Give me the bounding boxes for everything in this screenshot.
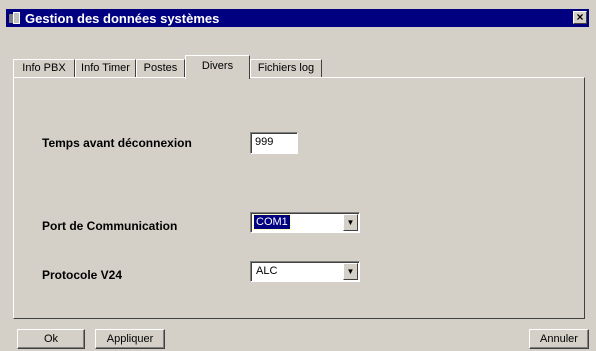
timeout-input[interactable]: 999 [250,132,298,154]
cancel-button[interactable]: Annuler [529,329,589,349]
port-select-value: COM1 [253,214,291,230]
app-icon[interactable] [9,11,21,25]
ok-button[interactable]: Ok [17,329,85,349]
port-select[interactable]: COM1 ▼ [250,212,360,233]
tab-divers[interactable]: Divers [185,55,250,79]
title-bar[interactable]: Gestion des données systèmes × [6,9,589,27]
close-button[interactable]: × [573,11,587,24]
protocol-label: Protocole V24 [42,268,123,282]
tab-postes[interactable]: Postes [136,59,185,77]
protocol-select-value: ALC [256,265,278,277]
tab-fichiers-log[interactable]: Fichiers log [250,59,322,77]
port-label: Port de Communication [42,219,178,233]
chevron-down-icon[interactable]: ▼ [343,214,358,231]
tab-panel-divers: Temps avant déconnexion 999 Port de Comm… [13,77,585,319]
tab-info-timer[interactable]: Info Timer [75,59,136,77]
window-title: Gestion des données systèmes [25,10,220,26]
apply-button[interactable]: Appliquer [95,329,165,349]
chevron-down-icon[interactable]: ▼ [343,263,358,280]
tab-info-pbx[interactable]: Info PBX [13,59,75,77]
dialog-window: Gestion des données systèmes × Info PBX … [0,0,596,351]
timeout-label: Temps avant déconnexion [42,136,192,150]
protocol-select[interactable]: ALC ▼ [250,261,360,282]
